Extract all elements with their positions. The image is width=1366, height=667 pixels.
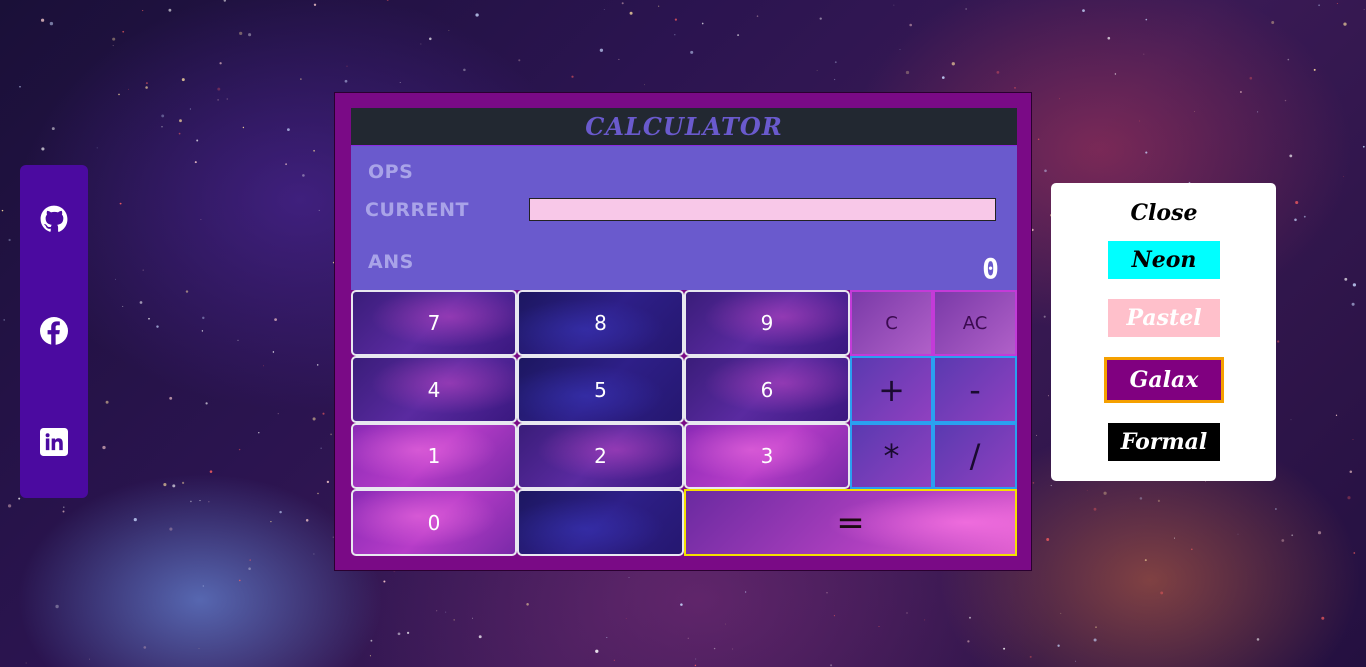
key-0[interactable]: 0 bbox=[351, 489, 517, 556]
current-label: CURRENT bbox=[365, 199, 469, 221]
social-sidebar bbox=[20, 165, 88, 498]
ans-value: 0 bbox=[982, 252, 999, 285]
multiply-button[interactable]: * bbox=[850, 423, 933, 489]
key-5[interactable]: 5 bbox=[517, 356, 684, 423]
theme-formal-button[interactable]: Formal bbox=[1108, 423, 1220, 461]
key-3[interactable]: 3 bbox=[684, 423, 850, 489]
clear-button[interactable]: C bbox=[850, 290, 933, 356]
key-1[interactable]: 1 bbox=[351, 423, 517, 489]
key-7[interactable]: 7 bbox=[351, 290, 517, 356]
key-8[interactable]: 8 bbox=[517, 290, 684, 356]
theme-pastel-button[interactable]: Pastel bbox=[1108, 299, 1220, 337]
key-4[interactable]: 4 bbox=[351, 356, 517, 423]
key-9[interactable]: 9 bbox=[684, 290, 850, 356]
theme-galax-button[interactable]: Galax bbox=[1104, 357, 1224, 403]
ops-label: OPS bbox=[368, 161, 414, 183]
plus-button[interactable]: + bbox=[850, 356, 933, 423]
all-clear-button[interactable]: AC bbox=[933, 290, 1017, 356]
github-icon[interactable] bbox=[40, 205, 68, 233]
theme-neon-button[interactable]: Neon bbox=[1108, 241, 1220, 279]
equals-button[interactable]: = bbox=[684, 489, 1017, 556]
facebook-icon[interactable] bbox=[40, 317, 68, 345]
calculator-title: CALCULATOR bbox=[351, 108, 1017, 145]
key-6[interactable]: 6 bbox=[684, 356, 850, 423]
linkedin-icon[interactable] bbox=[40, 428, 68, 456]
ans-label: ANS bbox=[368, 251, 414, 273]
current-input[interactable] bbox=[529, 198, 996, 221]
close-button[interactable]: Close bbox=[1108, 195, 1220, 231]
calculator: CALCULATOR OPS CURRENT ANS 0 7 8 9 C AC … bbox=[334, 92, 1032, 571]
key-dot[interactable] bbox=[517, 489, 684, 556]
calculator-display: OPS CURRENT ANS 0 bbox=[351, 145, 1017, 290]
minus-button[interactable]: - bbox=[933, 356, 1017, 423]
divide-button[interactable]: / bbox=[933, 423, 1017, 489]
theme-panel: Close Neon Pastel Galax Formal bbox=[1051, 183, 1276, 481]
key-2[interactable]: 2 bbox=[517, 423, 684, 489]
